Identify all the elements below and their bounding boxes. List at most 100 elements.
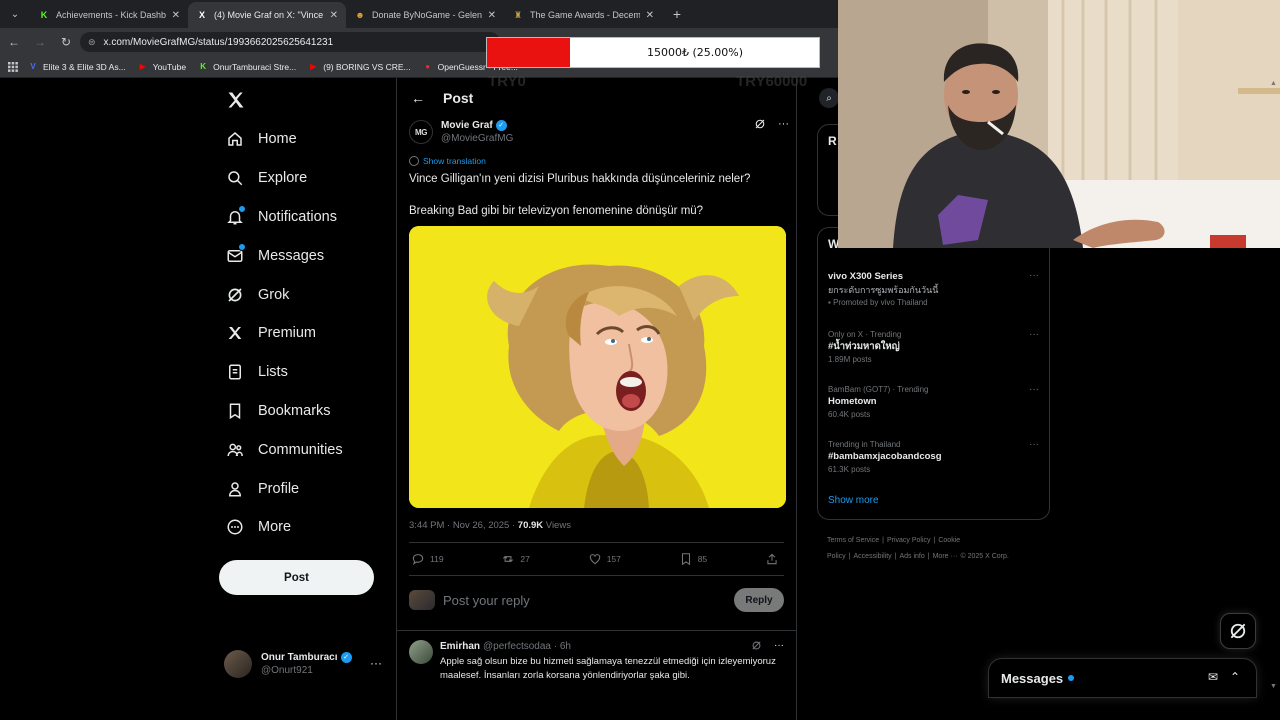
heart-icon xyxy=(589,554,600,565)
trend-more-icon[interactable]: ··· xyxy=(1029,384,1039,395)
footer-separator: | xyxy=(927,553,930,560)
search-icon xyxy=(228,171,243,186)
messages-drawer[interactable]: Messages ✉ ⌃ xyxy=(988,658,1257,698)
browser-tab[interactable]: X (4) Movie Graf on X: "Vince Gilli ✕ xyxy=(188,2,346,28)
footer-link[interactable]: Privacy Policy xyxy=(887,537,931,544)
nav-item-profile[interactable]: Profile xyxy=(218,469,388,508)
nav-item-bookmarks[interactable]: Bookmarks xyxy=(218,392,388,431)
tab-title: (4) Movie Graf on X: "Vince Gilli xyxy=(214,10,324,20)
trend-more-icon[interactable]: ··· xyxy=(1029,329,1039,340)
grok-floating-button[interactable] xyxy=(1220,613,1256,649)
reply-action[interactable]: 119 xyxy=(411,552,444,566)
forward-icon[interactable]: → xyxy=(28,30,52,54)
trend-post-count: 60.4K posts xyxy=(828,410,871,419)
promoted-trend[interactable]: vivo X300 Series ยกระดับการซูมพร้อมกันวั… xyxy=(828,270,1039,308)
tab-search-chevron-icon[interactable]: ⌄ xyxy=(4,3,26,25)
bookmark-item[interactable]: K OnurTamburaci Stre... xyxy=(198,62,296,72)
repost-icon xyxy=(503,555,514,563)
close-tab-icon[interactable]: ✕ xyxy=(330,10,338,21)
reply-author-name[interactable]: Emirhan xyxy=(440,641,480,652)
post-button[interactable]: Post xyxy=(219,560,374,595)
expand-drawer-icon[interactable]: ⌃ xyxy=(1230,670,1240,684)
post-text-line-1: Vince Gilligan'ın yeni dizisi Pluribus h… xyxy=(409,173,751,185)
nav-item-notifications[interactable]: Notifications xyxy=(218,198,388,237)
main-column: ← Post MG Movie Graf ✓ @MovieGrafMG ··· … xyxy=(396,78,797,720)
donation-progress-text: 15000₺ (25.00%) xyxy=(646,46,743,59)
search-icon[interactable]: ⌕ xyxy=(819,88,839,108)
close-tab-icon[interactable]: ✕ xyxy=(646,10,654,21)
reload-icon[interactable]: ↻ xyxy=(54,30,78,54)
bookmark-item[interactable]: V Elite 3 & Elite 3D As... xyxy=(28,62,125,72)
list-icon xyxy=(229,364,241,380)
site-info-icon[interactable]: ⊜ xyxy=(88,37,96,48)
account-name-row: Onur Tamburacı ✓ xyxy=(261,652,352,663)
trend-item[interactable]: Trending in Thailand #bambamxjacobandcosg… xyxy=(828,439,1039,475)
show-more-link[interactable]: Show more xyxy=(828,495,879,506)
footer-link[interactable]: More ··· xyxy=(933,553,958,560)
nav-item-label: Notifications xyxy=(258,208,337,225)
reply-input[interactable]: Post your reply xyxy=(443,593,734,608)
new-tab-button[interactable]: + xyxy=(666,3,688,25)
bookmark-item[interactable]: ▶ YouTube xyxy=(138,62,186,72)
trend-more-icon[interactable]: ··· xyxy=(1029,439,1039,450)
trend-item[interactable]: BamBam (GOT7) · Trending Hometown 60.4K po… xyxy=(828,384,1039,420)
close-tab-icon[interactable]: ✕ xyxy=(488,10,496,21)
browser-tab[interactable]: ♜ The Game Awards - December ✕ xyxy=(504,2,662,28)
post-image[interactable] xyxy=(409,226,786,508)
account-more-icon[interactable]: ··· xyxy=(370,656,382,670)
browser-tab[interactable]: ☻ Donate ByNoGame - Gelen/Gi ✕ xyxy=(346,2,504,28)
nav-item-more[interactable]: More xyxy=(218,508,388,547)
post-more-icon[interactable]: ··· xyxy=(778,118,789,130)
x-logo-icon xyxy=(228,327,242,340)
bookmark-favicon-icon: V xyxy=(30,62,36,71)
avatar[interactable] xyxy=(409,640,433,664)
reply-composer: Post your reply Reply xyxy=(409,585,784,615)
trend-context: Only on X · Trending xyxy=(828,330,902,339)
show-translation-link[interactable]: Show translation xyxy=(409,156,486,166)
account-switcher[interactable]: Onur Tamburacı ✓ @Onurt921 ··· xyxy=(224,646,384,682)
reply-more-icon[interactable]: ··· xyxy=(774,640,784,651)
footer-link[interactable]: Terms of Service xyxy=(827,537,879,544)
footer-link[interactable]: Ads info xyxy=(899,553,924,560)
post-time[interactable]: 3:44 PM · Nov 26, 2025 · xyxy=(409,520,518,531)
address-bar[interactable]: ⊜ x.com/MovieGrafMG/status/1993662025625… xyxy=(80,32,500,52)
like-action[interactable]: 157 xyxy=(588,552,621,566)
bookmark-action[interactable]: 85 xyxy=(679,552,707,566)
trend-post-count: 1.89M posts xyxy=(828,355,872,364)
nav-item-explore[interactable]: Explore xyxy=(218,159,388,198)
nav-item-lists[interactable]: Lists xyxy=(218,353,388,392)
footer-link[interactable]: Accessibility xyxy=(854,553,892,560)
nav-item-premium[interactable]: Premium xyxy=(218,314,388,353)
close-tab-icon[interactable]: ✕ xyxy=(172,10,180,21)
apps-grid-icon[interactable] xyxy=(8,61,18,72)
back-arrow-icon[interactable]: ← xyxy=(411,90,425,106)
trend-item[interactable]: Only on X · Trending #น้ำท่วมหาดใหญ่ 1.89M… xyxy=(828,329,1039,365)
scrollbar-down-arrow-icon[interactable]: ▼ xyxy=(1270,683,1277,690)
grok-icon[interactable] xyxy=(751,640,762,651)
person-icon xyxy=(228,481,242,497)
scrollbar-up-arrow-icon[interactable]: ▲ xyxy=(1270,80,1277,87)
nav-item-communities[interactable]: Communities xyxy=(218,430,388,469)
nav-item-label: Communities xyxy=(258,441,343,458)
nav-item-messages[interactable]: Messages xyxy=(218,236,388,275)
new-message-icon[interactable]: ✉ xyxy=(1208,670,1218,684)
repost-action[interactable]: 27 xyxy=(501,552,530,566)
trend-more-icon[interactable]: ··· xyxy=(1029,270,1039,281)
nav-item-label: Messages xyxy=(258,247,325,264)
divider xyxy=(409,575,784,576)
notification-badge xyxy=(238,204,246,213)
nav-item-grok[interactable]: Grok xyxy=(218,275,388,314)
reply-button[interactable]: Reply xyxy=(734,588,784,612)
grok-icon[interactable] xyxy=(754,118,766,130)
nav-item-home[interactable]: Home xyxy=(218,120,388,159)
bookmark-item[interactable]: ▶ (9) BORING VS CRE... xyxy=(308,62,410,72)
author-avatar[interactable]: MG xyxy=(409,120,433,144)
x-logo-icon[interactable] xyxy=(226,90,246,110)
author-handle[interactable]: @MovieGrafMG xyxy=(441,133,513,144)
back-icon[interactable]: ← xyxy=(2,30,26,54)
donation-progress-widget: 15000₺ (25.00%) xyxy=(486,37,820,68)
author-name[interactable]: Movie Graf xyxy=(441,120,493,131)
browser-tab[interactable]: K Achievements - Kick Dashboard ✕ xyxy=(30,2,188,28)
share-action[interactable] xyxy=(765,552,784,566)
account-handle: @Onurt921 xyxy=(261,665,313,676)
